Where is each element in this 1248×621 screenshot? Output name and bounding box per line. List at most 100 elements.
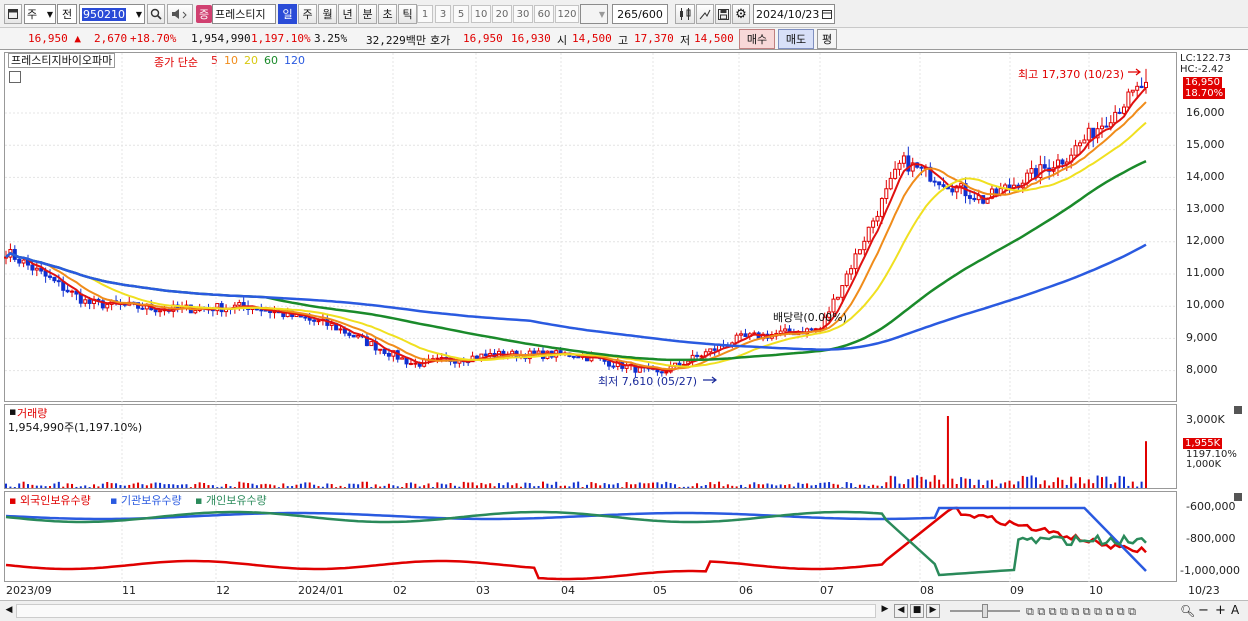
volume-bar [436,482,439,488]
candle-body [30,264,35,271]
volume-bar [762,484,765,488]
candle-body [1082,139,1087,144]
chart-tools-icon[interactable]: ⧉ ⧉ ⧉ ⧉ ⧉ ⧉ ⧉ ⧉ ⧉ ⧉ [1026,605,1136,619]
volume-bar [929,481,932,488]
volume-bar [343,487,346,488]
volume-bar [995,486,998,488]
volume-bar [163,484,166,488]
scroll-left-icon[interactable]: ◀ [3,605,15,617]
prev-icon[interactable]: ◀ [894,604,908,618]
volume-bar [797,482,800,488]
volume-bar [770,484,773,488]
volume-bar [616,483,619,488]
volume-bar [233,487,236,488]
volume-bar [722,486,725,488]
volume-bar [968,478,971,488]
x-label: 2023/09 [6,584,52,597]
volume-bar [828,482,831,488]
volume-bar [687,486,690,488]
volume-bar [361,481,364,488]
candle-body [950,188,955,193]
volume-bar [951,478,954,488]
volume-bar [572,482,575,488]
volume-bar [889,475,892,488]
volume-bar [938,479,941,488]
volume-bar [990,479,993,488]
x-label: 05 [653,584,667,597]
volume-bar [731,485,734,488]
volume-bar [44,486,47,488]
volume-bar [1021,475,1024,488]
candle-body [849,268,854,275]
volume-bar [1004,482,1007,488]
volume-bar [669,483,672,488]
volume-bar [453,485,456,488]
volume-bar [242,482,245,488]
y-tick: 9,000 [1186,331,1218,344]
scroll-right-icon[interactable]: ▶ [878,604,892,618]
volume-bar [458,486,461,488]
dividend-annotation: 배당락(0.00%) [773,311,847,324]
volume-bar [123,485,126,488]
volume-bar [295,484,298,488]
volume-bar [858,484,861,488]
candle-body [413,362,418,365]
zoom-out-icon[interactable]: − [1198,603,1209,618]
zoom-in-icon[interactable]: + [1215,603,1226,618]
volume-bar [247,483,250,488]
next-icon[interactable]: ▶ [926,604,940,618]
volume-bar [286,486,289,488]
volume-bar [880,486,883,488]
scrollbar-track[interactable] [16,604,876,618]
volume-bar [445,484,448,488]
candle-body [483,353,488,357]
close-icon[interactable] [1234,493,1242,501]
volume-bar [119,485,122,488]
candle-body [607,360,612,367]
volume-bar [220,486,223,488]
volume-bar [93,484,96,488]
volume-bar [788,484,791,488]
candle-body [1144,81,1148,89]
close-icon[interactable] [1234,406,1242,414]
volume-bar [656,482,659,488]
volume-bar [1136,486,1139,488]
volume-bar [211,485,214,488]
volume-bar [440,483,443,488]
candle-body [576,356,581,359]
volume-bar [665,481,668,488]
volume-bar [282,483,285,488]
volume-bar [365,481,368,488]
candle-body [967,195,972,199]
font-size-icon[interactable]: A [1231,603,1239,617]
candle-body [56,280,61,283]
volume-bar [643,483,646,488]
vol-last-tag: 1,955K [1183,438,1223,449]
volume-bar [348,483,351,488]
zoom-icon[interactable]: 🔍︎ [1180,604,1195,618]
volume-bar [1061,479,1064,488]
volume-bar [784,485,787,488]
volume-bar [775,485,778,488]
candle-body [316,320,321,323]
stop-icon[interactable]: ■ [910,604,924,618]
volume-bar [475,485,478,488]
candle-body [70,290,75,293]
candle-body [1104,125,1109,128]
volume-bar [110,483,113,488]
candle-body [871,220,876,228]
volume-bar [647,483,650,488]
candle-body [87,299,92,304]
volume-bar [1131,481,1134,488]
volume-bar [1105,476,1108,488]
x-label: 10/23 [1188,584,1220,597]
candle-body [237,302,242,306]
candle-body [1113,111,1118,124]
volume-bar [872,484,875,488]
candle-body [408,362,413,365]
candle-body [809,328,814,331]
candle-body [382,348,387,354]
zoom-slider-thumb[interactable] [982,604,988,618]
volume-bar [203,483,206,488]
individual-legend: ▪ 개인보유수량 [195,494,267,507]
